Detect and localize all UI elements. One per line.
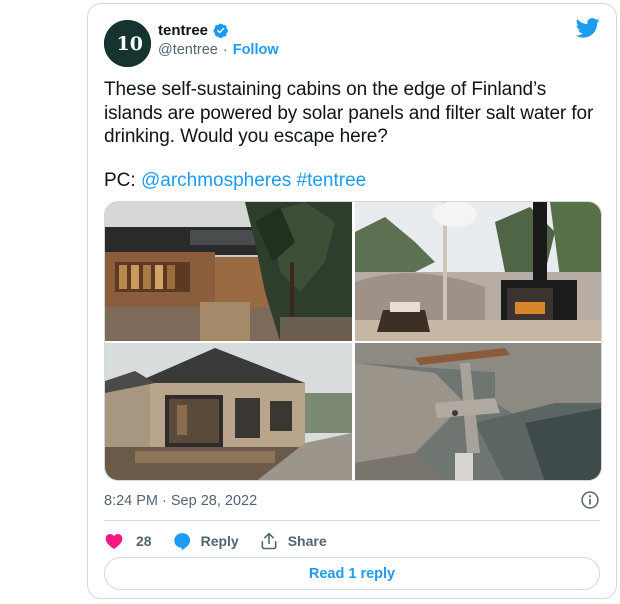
info-icon[interactable] xyxy=(580,490,600,510)
media-grid xyxy=(104,201,602,481)
photo-wood-cabin[interactable] xyxy=(105,343,352,480)
handle[interactable]: @tentree xyxy=(158,42,218,58)
share-label: Share xyxy=(287,533,327,549)
tweet-text: These self-sustaining cabins on the edge… xyxy=(104,79,594,147)
avatar[interactable]: 10 xyxy=(104,20,151,67)
heart-icon xyxy=(105,534,123,549)
twitter-bird-icon[interactable] xyxy=(576,18,600,38)
like-count: 28 xyxy=(136,533,152,549)
photo-credit: PC: @archmospheres #tentree xyxy=(104,170,366,192)
photo-interior-stove[interactable] xyxy=(355,202,601,341)
tweet-timestamp[interactable]: 8:24 PM · Sep 28, 2022 xyxy=(104,493,257,509)
photo-aerial-walkway[interactable] xyxy=(355,343,601,480)
display-name[interactable]: tentree xyxy=(158,22,208,39)
follow-button[interactable]: Follow xyxy=(233,42,279,58)
verified-badge-icon xyxy=(213,23,228,39)
svg-text:10: 10 xyxy=(117,33,143,55)
divider xyxy=(104,520,600,521)
tweet-card: 10 tentree @tentree · Follow These self-… xyxy=(87,3,617,599)
tweet-actions: 28 Reply Share xyxy=(104,528,327,554)
reply-button[interactable]: Reply xyxy=(172,531,239,551)
photo-wood-cabin-image xyxy=(105,343,352,480)
photo-interior-stove-image xyxy=(355,202,601,341)
share-icon xyxy=(261,532,277,550)
separator: · xyxy=(222,42,228,58)
reply-bubble-icon xyxy=(173,533,190,551)
photo-aerial-walkway-image xyxy=(355,343,601,480)
read-replies-button[interactable]: Read 1 reply xyxy=(104,557,600,590)
share-button[interactable]: Share xyxy=(259,531,327,551)
like-button[interactable]: 28 xyxy=(104,531,152,551)
tentree-logo-icon: 10 xyxy=(104,20,151,67)
credit-prefix: PC: xyxy=(104,170,136,191)
author-block: tentree @tentree · Follow xyxy=(158,22,279,58)
reply-label: Reply xyxy=(200,533,239,549)
hashtag-link[interactable]: #tentree xyxy=(297,170,367,191)
mention-link[interactable]: @archmospheres xyxy=(141,170,291,191)
photo-cabin-exterior[interactable] xyxy=(105,202,352,341)
photo-cabin-exterior-image xyxy=(105,202,352,341)
